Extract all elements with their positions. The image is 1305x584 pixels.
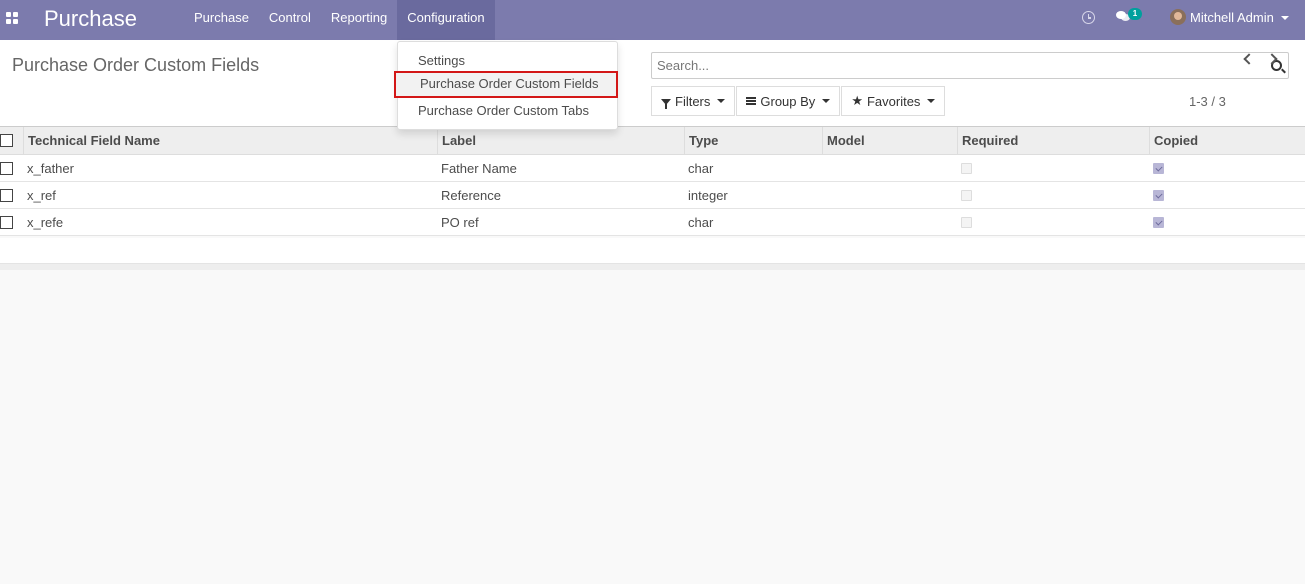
- cell-type: char: [688, 215, 714, 230]
- user-menu-caret-icon[interactable]: [1281, 16, 1289, 20]
- favorites-label: Favorites: [866, 93, 921, 109]
- cell-technical-name: x_refe: [27, 215, 64, 230]
- star-icon: ★: [851, 93, 863, 108]
- required-checkbox: [961, 190, 972, 201]
- filters-label: Filters: [675, 93, 711, 109]
- column-technical-field-name[interactable]: Technical Field Name: [23, 127, 438, 154]
- row-checkbox[interactable]: [0, 216, 13, 229]
- caret-down-icon: [927, 99, 936, 103]
- cell-label: Father Name: [441, 161, 517, 176]
- menu-reporting[interactable]: Reporting: [321, 0, 397, 40]
- dropdown-item-settings[interactable]: Settings: [398, 49, 617, 73]
- select-all-checkbox[interactable]: [0, 134, 13, 147]
- copied-checkbox: [1153, 163, 1164, 174]
- menu-control[interactable]: Control: [259, 0, 321, 40]
- configuration-dropdown: Settings Purchase Order Custom Fields Pu…: [394, 41, 618, 130]
- bars-icon: [746, 97, 757, 105]
- row-checkbox[interactable]: [0, 162, 13, 175]
- favorites-button[interactable]: ★ Favorites: [841, 86, 946, 116]
- caret-down-icon: [822, 99, 831, 103]
- page-title: Purchase Order Custom Fields: [12, 55, 260, 75]
- filter-funnel-icon: [661, 99, 671, 109]
- apps-grid-icon[interactable]: [6, 12, 20, 26]
- column-required[interactable]: Required: [957, 127, 1150, 154]
- required-checkbox: [961, 217, 972, 228]
- search-input[interactable]: [657, 53, 1257, 78]
- table-bottom-strip: [0, 264, 1305, 270]
- cell-label: PO ref: [441, 215, 479, 230]
- table-footer: [0, 238, 1305, 264]
- table-row[interactable]: x_refe PO ref char: [0, 209, 1305, 236]
- filters-button[interactable]: Filters: [651, 86, 736, 116]
- search-box: [651, 52, 1289, 79]
- menu-purchase[interactable]: Purchase: [184, 0, 259, 40]
- user-menu[interactable]: Mitchell Admin: [1190, 10, 1274, 25]
- main-menu: Purchase Control Reporting Configuration: [184, 0, 495, 40]
- table-row[interactable]: x_ref Reference integer: [0, 182, 1305, 209]
- activity-clock-icon[interactable]: [1082, 11, 1095, 24]
- menu-configuration[interactable]: Configuration: [397, 0, 495, 40]
- dropdown-item-custom-fields[interactable]: Purchase Order Custom Fields: [394, 71, 618, 98]
- control-panel: Purchase Order Custom Fields Filters Gro…: [0, 40, 1305, 127]
- copied-checkbox: [1153, 217, 1164, 228]
- column-type[interactable]: Type: [684, 127, 823, 154]
- cell-type: char: [688, 161, 714, 176]
- pager-value[interactable]: 1-3 / 3: [1189, 94, 1226, 109]
- filter-bar: Filters Group By ★ Favorites: [651, 86, 946, 116]
- table-row[interactable]: x_father Father Name char: [0, 155, 1305, 182]
- user-avatar[interactable]: [1170, 9, 1186, 25]
- cell-type: integer: [688, 188, 728, 203]
- top-navbar: Purchase Purchase Control Reporting Conf…: [0, 0, 1305, 40]
- copied-checkbox: [1153, 190, 1164, 201]
- required-checkbox: [961, 163, 972, 174]
- group-by-button[interactable]: Group By: [736, 86, 841, 116]
- column-label[interactable]: Label: [437, 127, 685, 154]
- table-header: Technical Field Name Label Type Model Re…: [0, 127, 1305, 155]
- row-checkbox[interactable]: [0, 189, 13, 202]
- cell-technical-name: x_father: [27, 161, 74, 176]
- dropdown-item-custom-tabs[interactable]: Purchase Order Custom Tabs: [398, 99, 617, 123]
- cell-label: Reference: [441, 188, 501, 203]
- messages-badge: 1: [1128, 8, 1142, 20]
- cell-technical-name: x_ref: [27, 188, 56, 203]
- column-model[interactable]: Model: [822, 127, 958, 154]
- app-brand[interactable]: Purchase: [44, 6, 137, 32]
- column-copied[interactable]: Copied: [1149, 127, 1305, 154]
- custom-fields-table: Technical Field Name Label Type Model Re…: [0, 127, 1305, 236]
- group-by-label: Group By: [760, 93, 816, 109]
- caret-down-icon: [717, 99, 726, 103]
